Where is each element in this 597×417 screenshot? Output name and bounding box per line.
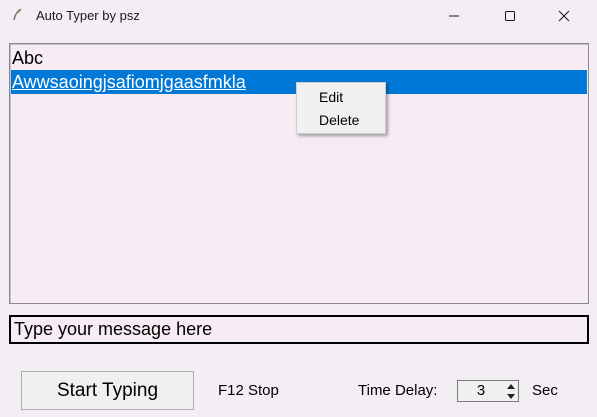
minimize-button[interactable] (431, 0, 477, 32)
list-item[interactable]: Abc (11, 46, 587, 70)
minimize-icon (449, 15, 459, 17)
start-typing-button[interactable]: Start Typing (21, 371, 194, 410)
context-menu: Edit Delete (296, 82, 386, 134)
maximize-icon (505, 11, 515, 21)
close-icon (558, 10, 570, 22)
close-button[interactable] (541, 0, 587, 32)
message-input[interactable] (9, 315, 589, 344)
list-item-text: Awwsaoingjsafiomjgaasfmkla (12, 72, 246, 92)
menu-item-delete[interactable]: Delete (297, 109, 385, 132)
seconds-unit-label: Sec (532, 382, 558, 399)
title-bar: Auto Typer by psz (0, 0, 597, 32)
spin-up-button[interactable] (504, 381, 518, 391)
stop-hint-label: F12 Stop (218, 382, 279, 399)
time-delay-label: Time Delay: (358, 382, 438, 399)
feather-pen-icon (13, 8, 22, 21)
delay-spinbox[interactable]: 3 (457, 380, 519, 402)
chevron-down-icon (507, 393, 515, 399)
spin-down-button[interactable] (504, 391, 518, 401)
spin-arrows (504, 381, 518, 401)
delay-value[interactable]: 3 (458, 381, 504, 401)
menu-item-edit[interactable]: Edit (297, 86, 385, 109)
window-title: Auto Typer by psz (36, 8, 140, 23)
list-item-text: Abc (12, 48, 44, 68)
chevron-up-icon (507, 383, 515, 389)
maximize-button[interactable] (487, 0, 533, 32)
